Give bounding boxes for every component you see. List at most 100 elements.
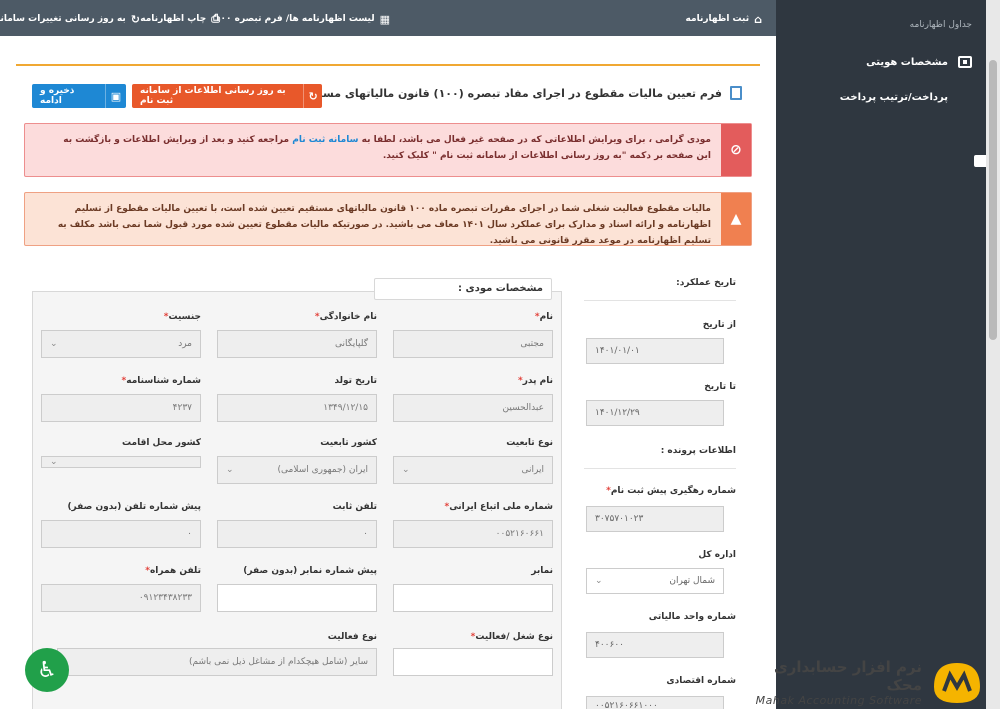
sidebar-title: جداول اظهارنامه: [909, 20, 972, 30]
update-system-label: به روز رسانی تغییرات سامانه: [0, 14, 126, 24]
national-id-value: ۰۰۵۲۱۶۰۶۶۱: [495, 529, 544, 539]
mobile-label-text: تلفن همراه: [149, 566, 201, 576]
from-date-label: از تاریخ: [584, 320, 736, 330]
logo-persian-text: نرم افزار حسابداری محک: [773, 657, 922, 694]
fax-prefix-label-text: پیش شماره نمابر (بدون صفر): [243, 566, 377, 576]
subject-heading: مشخصات مودی :: [374, 278, 552, 300]
chevron-down-icon: ⌄: [50, 457, 58, 467]
fax-prefix-label: پیش شماره نمابر (بدون صفر): [217, 566, 377, 576]
to-date-field[interactable]: ۱۴۰۱/۱۲/۲۹: [586, 400, 724, 426]
register-return-label: ثبت اظهارنامه: [685, 14, 750, 24]
sidebar-item-label: مشخصات هویتی: [866, 56, 948, 68]
phone-field[interactable]: ۰: [217, 520, 377, 548]
activity-type-label: نوع فعالیت: [217, 632, 377, 642]
id-number-label-text: شماره شناسنامه: [126, 376, 201, 386]
last-name-value: گلپایگانی: [335, 339, 368, 349]
registration-system-link[interactable]: سامانه ثبت نام: [292, 135, 358, 145]
ban-icon: ⊘: [721, 124, 751, 176]
father-name-field[interactable]: عبدالحسین: [393, 394, 553, 422]
sidebar-item-payment[interactable]: پرداخت/ترتیب پرداخت: [792, 87, 988, 167]
save-continue-button[interactable]: ▣ ذخیره و ادامه: [32, 84, 126, 108]
phone-value: ۰: [363, 529, 368, 539]
update-from-registration-button[interactable]: ↻ به روز رسانی اطلاعات از سامانه ثبت نام: [132, 84, 322, 108]
case-heading-text: اطلاعات پرونده :: [660, 446, 736, 456]
page-scrollbar[interactable]: [986, 0, 1000, 709]
refresh-icon: ↻: [303, 84, 322, 108]
fax-field[interactable]: [393, 584, 553, 612]
father-name-label-text: نام پدر: [522, 376, 553, 386]
chevron-down-icon: ⌄: [226, 465, 234, 475]
first-name-label: نام*: [393, 312, 553, 322]
office-label: اداره کل: [584, 550, 736, 560]
economic-number-label-text: شماره اقتصادی: [666, 676, 736, 686]
logo-text: نرم افزار حسابداری محک Mahak Accounting …: [744, 658, 922, 707]
tracking-number-field[interactable]: ۳۰۷۵۷۰۱۰۲۳: [586, 506, 724, 532]
case-heading: اطلاعات پرونده :: [584, 446, 736, 456]
logo-mark-icon: [930, 657, 984, 707]
id-number-field[interactable]: ۴۲۳۷: [41, 394, 201, 422]
tax-unit-field[interactable]: ۴۰۰۶۰۰: [586, 632, 724, 658]
gender-select[interactable]: ⌄ مرد: [41, 330, 201, 358]
residence-country-select[interactable]: ⌄: [41, 456, 201, 468]
economic-number-field[interactable]: ۰۰۵۲۱۶۰۶۶۱۰۰۰: [586, 696, 724, 709]
divider: [584, 468, 736, 469]
nationality-type-select[interactable]: ⌄ ایرانی: [393, 456, 553, 484]
national-id-field[interactable]: ۰۰۵۲۱۶۰۶۶۱: [393, 520, 553, 548]
first-name-label-text: نام: [539, 312, 553, 322]
birth-date-value: ۱۳۴۹/۱۲/۱۵: [323, 403, 368, 413]
mahak-logo: نرم افزار حسابداری محک Mahak Accounting …: [744, 655, 986, 709]
father-name-value: عبدالحسین: [502, 403, 544, 413]
print-return-link[interactable]: ⎙ چاپ اظهارنامه: [140, 11, 220, 27]
form-card: فرم تعیین مالیات مقطوع در اجرای مفاد تبص…: [16, 64, 760, 709]
phone-prefix-field[interactable]: ۰: [41, 520, 201, 548]
gender-label-text: جنسیت: [168, 312, 201, 322]
last-name-field[interactable]: گلپایگانی: [217, 330, 377, 358]
divider: [584, 300, 736, 301]
tracking-number-value: ۳۰۷۵۷۰۱۰۲۳: [595, 514, 644, 524]
fax-label: نمابر: [393, 566, 553, 576]
from-date-field[interactable]: ۱۴۰۱/۰۱/۰۱: [586, 338, 724, 364]
office-select[interactable]: ⌄ شمال تهران: [586, 568, 724, 594]
birth-date-field[interactable]: ۱۳۴۹/۱۲/۱۵: [217, 394, 377, 422]
tax-unit-value: ۴۰۰۶۰۰: [595, 640, 625, 650]
nationality-type-value: ایرانی: [521, 465, 544, 475]
warning-icon: ▲: [721, 193, 751, 245]
print-icon: ⎙: [211, 12, 220, 25]
mobile-value: ۰۹۱۲۳۴۳۸۲۳۳: [138, 593, 192, 603]
form-title-text: فرم تعیین مالیات مقطوع در اجرای مفاد تبص…: [297, 86, 722, 100]
birth-date-label-text: تاریخ تولد: [334, 376, 377, 386]
scrollbar-thumb[interactable]: [989, 60, 997, 340]
from-date-value: ۱۴۰۱/۰۱/۰۱: [595, 346, 640, 356]
sidebar-item-identity[interactable]: مشخصات هویتی: [792, 52, 972, 72]
home-icon: ⌂: [754, 12, 762, 26]
phone-prefix-value: ۰: [187, 529, 192, 539]
phone-prefix-label-text: پیش شماره تلفن (بدون صفر): [67, 502, 201, 512]
tracking-label: شماره رهگیری پیش ثبت نام: [610, 486, 736, 496]
job-type-label-text: نوع شغل /فعالیت: [475, 632, 553, 642]
chevron-down-icon: ⌄: [595, 576, 603, 586]
update-system-link[interactable]: ↻ به روز رسانی تغییرات سامانه: [0, 11, 140, 27]
first-name-field[interactable]: مجتبی: [393, 330, 553, 358]
lump-sum-tax-alert: ▲ مالیات مقطوع فعالیت شغلی شما در اجرای …: [24, 192, 752, 246]
tracking-number-label: شماره رهگیری پیش ثبت نام*: [584, 486, 736, 496]
fax-prefix-field[interactable]: [217, 584, 377, 612]
mobile-field[interactable]: ۰۹۱۲۳۴۳۸۲۳۳: [41, 584, 201, 612]
office-value: شمال تهران: [669, 576, 715, 586]
nationality-country-value: ایران (جمهوری اسلامی): [277, 465, 368, 475]
activity-type-field[interactable]: سایر (شامل هیچکدام از مشاغل ذیل نمی باشم…: [57, 648, 377, 676]
returns-list-link[interactable]: ▦ لیست اظهارنامه ها/ فرم تبصره ۱۰۰: [215, 11, 390, 27]
job-type-field[interactable]: [393, 648, 553, 676]
print-return-label: چاپ اظهارنامه: [140, 14, 207, 24]
economic-number-value: ۰۰۵۲۱۶۰۶۶۱۰۰۰: [595, 701, 658, 709]
residence-country-label-text: کشور محل اقامت: [121, 438, 201, 448]
tax-unit-label-text: شماره واحد مالیاتی: [648, 612, 736, 622]
to-date-value: ۱۴۰۱/۱۲/۲۹: [595, 408, 640, 418]
last-name-label-text: نام خانوادگی: [319, 312, 377, 322]
subject-panel: نام* مجتبی نام خانوادگی* گلپایگانی جنسیت…: [32, 291, 562, 709]
nationality-country-label-text: کشور تابعیت: [320, 438, 377, 448]
nationality-country-select[interactable]: ⌄ ایران (جمهوری اسلامی): [217, 456, 377, 484]
national-id-label: شماره ملی اتباع ایرانی*: [393, 502, 553, 512]
accessibility-button[interactable]: ♿: [25, 648, 69, 692]
update-button-label: به روز رسانی اطلاعات از سامانه ثبت نام: [140, 86, 286, 106]
register-return-link[interactable]: ⌂ ثبت اظهارنامه: [686, 11, 762, 27]
